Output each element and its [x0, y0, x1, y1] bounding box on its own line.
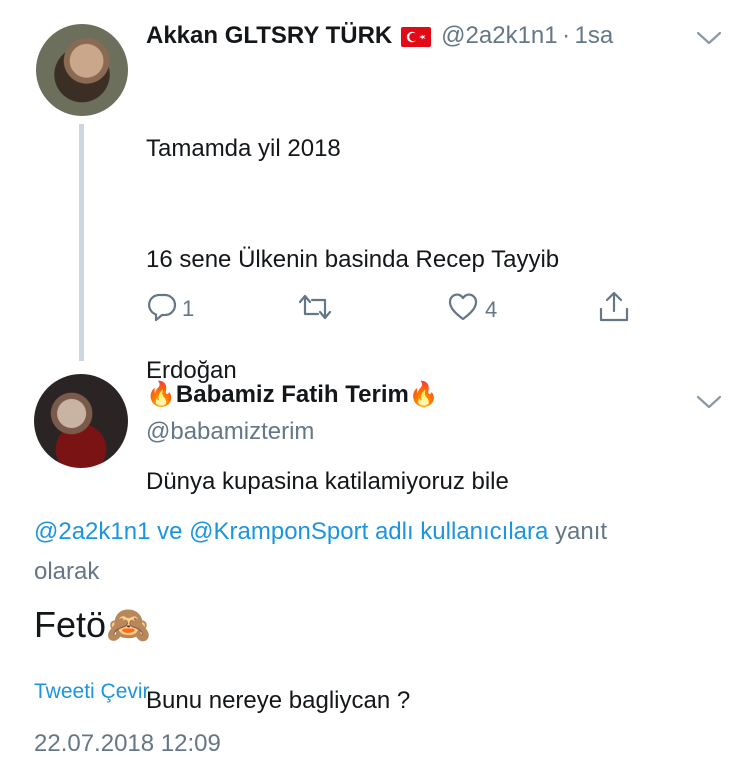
reply-icon: [146, 290, 178, 328]
like-count: 4: [485, 297, 498, 322]
reply-count: 1: [182, 296, 195, 321]
reply-suffix-line2: olarak: [34, 558, 100, 585]
mention-link[interactable]: @KramponSport: [189, 518, 368, 545]
see-no-evil-monkey-emoji: 🙈: [106, 604, 151, 645]
tweet-line: Dünya kupasina katilamiyoruz bile: [146, 468, 509, 495]
chevron-down-icon[interactable]: [696, 30, 722, 51]
translate-tweet-link[interactable]: Tweeti Çevir: [34, 680, 150, 704]
chevron-down-icon[interactable]: [696, 394, 722, 415]
tweet-text: Fetö: [34, 604, 107, 645]
handle[interactable]: @babamizterim: [146, 418, 314, 446]
tweet2-header: 🔥Babamiz Fatih Terim🔥: [146, 380, 439, 409]
avatar-akkan[interactable]: [36, 24, 128, 116]
handle[interactable]: @2a2k1n1: [441, 22, 557, 49]
reply-button[interactable]: 1: [146, 290, 194, 328]
timestamp[interactable]: 1sa: [575, 22, 614, 49]
like-button[interactable]: 4: [447, 292, 497, 328]
tweet1-header: Akkan GLTSRY TÜRK @2a2k1n1 · 1sa: [146, 22, 613, 51]
tweet-line: Bunu nereye bagliycan ?: [146, 687, 411, 714]
share-button[interactable]: [597, 289, 631, 331]
fire-emoji: 🔥: [408, 381, 439, 408]
tweet2-text: Fetö🙈: [34, 604, 151, 646]
reply-context: @2a2k1n1 ve @KramponSport adlı kullanıcı…: [34, 512, 724, 592]
reply-suffix: yanıt: [555, 518, 608, 545]
retweet-icon: [296, 292, 334, 328]
mention-link[interactable]: @2a2k1n1: [34, 518, 150, 545]
heart-icon: [447, 292, 479, 328]
thread-line: [79, 124, 84, 361]
share-icon: [597, 289, 631, 331]
reply-connector: ve: [157, 518, 183, 545]
separator: ·: [562, 22, 571, 49]
tweet-timestamp: 22.07.2018 12:09: [34, 730, 221, 757]
display-name[interactable]: Akkan GLTSRY TÜRK: [146, 22, 392, 49]
display-name[interactable]: Babamiz Fatih Terim: [176, 381, 409, 408]
avatar-babamiz[interactable]: [34, 374, 128, 468]
turkey-flag-icon: [400, 26, 431, 47]
retweet-button[interactable]: [296, 292, 334, 328]
tweet-line: Tamamda yil 2018: [146, 135, 341, 162]
fire-emoji: 🔥: [146, 381, 176, 408]
replied-users-link[interactable]: adlı kullanıcılara: [375, 518, 548, 545]
tweet-line: 16 sene Ülkenin basinda Recep Tayyib: [146, 246, 560, 273]
